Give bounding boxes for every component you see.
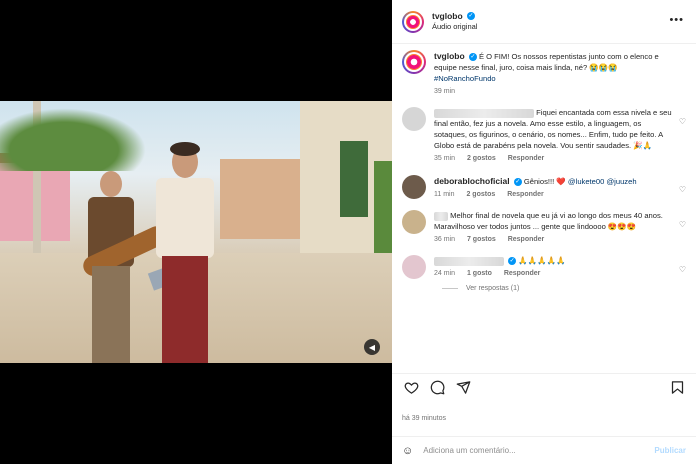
mute-toggle-button[interactable]: ◀ [364, 339, 380, 355]
comment-button[interactable] [428, 379, 446, 397]
comment-time: 24 min [434, 270, 456, 278]
verified-badge-icon: ✓ [468, 53, 477, 61]
post-header: tvglobo ✓ Áudio original ••• [392, 0, 696, 44]
speaker-icon: ◀ [368, 342, 376, 352]
post-side-panel: tvglobo ✓ Áudio original ••• tvglobo ✓ É… [392, 0, 696, 464]
caption-time: 39 min [434, 88, 456, 96]
bookmark-icon [671, 381, 683, 394]
guitarist [79, 171, 171, 363]
audio-label[interactable]: Áudio original [432, 22, 477, 32]
comments-list[interactable]: tvglobo ✓ É O FIM! Os nossos repentistas… [392, 44, 696, 372]
likes-count[interactable]: 7 gostos [467, 236, 496, 243]
comment-item: deborablochoficial ✓ Gênios!!! ❤️ @luket… [402, 174, 686, 200]
view-replies-label: Ver respostas (1) [466, 285, 520, 293]
avatar[interactable] [402, 107, 426, 132]
caption-text: É O FIM! Os nossos repentistas junto com… [434, 52, 659, 73]
like-comment-icon[interactable]: ♡ [679, 265, 686, 274]
caption-username[interactable]: tvglobo [434, 51, 465, 61]
blurred-username [434, 256, 504, 266]
singer [147, 142, 220, 363]
comment-composer: ☺ Adiciona um comentário... Publicar [392, 436, 696, 464]
comment-time: 11 min [434, 190, 455, 198]
heart-icon [404, 382, 418, 394]
comment-time: 36 min [434, 236, 456, 244]
comment-text: Melhor final de novela que eu já vi ao l… [434, 211, 663, 232]
comment-item: Fiquei encantada com essa nivela e seu f… [402, 107, 686, 164]
like-comment-icon[interactable]: ♡ [679, 117, 686, 126]
avatar[interactable] [402, 255, 426, 280]
avatar[interactable] [402, 10, 424, 33]
like-button[interactable] [402, 379, 420, 397]
emoji-icon[interactable]: ☺ [402, 445, 413, 457]
globo-logo-icon [406, 54, 422, 70]
publish-button[interactable]: Publicar [654, 446, 686, 455]
share-button[interactable] [454, 379, 472, 397]
mention-links[interactable]: @lukete00 @juuzeh [568, 177, 637, 186]
comment-item: Melhor final de novela que eu já vi ao l… [402, 210, 686, 245]
comment-time: 35 min [434, 155, 456, 163]
comment-item: ✓ 🙏🙏🙏🙏🙏 24 min 1 gosto Responder ♡ [402, 255, 686, 280]
comment-username[interactable]: deborablochoficial [434, 176, 510, 186]
avatar[interactable] [402, 210, 426, 235]
save-button[interactable] [668, 379, 686, 397]
blurred-username [434, 108, 534, 118]
verified-badge-icon: ✓ [513, 177, 522, 186]
action-bar [392, 373, 696, 401]
comment-text: 🙏🙏🙏🙏🙏 [518, 256, 566, 266]
view-replies-button[interactable]: Ver respostas (1) [442, 285, 686, 292]
video-player[interactable]: ◀ [0, 101, 392, 363]
avatar[interactable] [402, 174, 426, 199]
reply-button[interactable]: Responder [504, 270, 541, 277]
comment-input[interactable]: Adiciona um comentário... [423, 446, 516, 455]
likes-count[interactable]: 2 gostos [466, 191, 495, 198]
instagram-post-window: ◀ tvglobo ✓ Áudio original ••• tvglobo ✓… [0, 0, 696, 464]
post-time: há 39 minutos [402, 415, 446, 422]
reply-button[interactable]: Responder [507, 191, 544, 198]
globo-logo-icon [406, 14, 420, 29]
divider [442, 288, 458, 290]
likes-count[interactable]: 1 gosto [467, 270, 492, 277]
likes-count[interactable]: 2 gostos [467, 155, 496, 162]
caption: tvglobo ✓ É O FIM! Os nossos repentistas… [402, 50, 686, 97]
verified-badge-icon: ✓ [508, 257, 517, 266]
green-door [340, 141, 368, 217]
media-area: ◀ [0, 0, 392, 464]
username[interactable]: tvglobo [432, 11, 463, 21]
tree [0, 101, 160, 171]
reply-button[interactable]: Responder [508, 155, 545, 162]
more-options-icon[interactable]: ••• [669, 14, 684, 26]
comment-icon [430, 380, 444, 395]
blurred-username [434, 211, 448, 221]
like-comment-icon[interactable]: ♡ [679, 185, 686, 194]
comment-text: Gênios!!! ❤️ [523, 176, 566, 186]
hashtag-link[interactable]: #NoRanchoFundo [434, 74, 496, 83]
verified-badge-icon: ✓ [466, 12, 475, 21]
like-comment-icon[interactable]: ♡ [679, 220, 686, 229]
reply-button[interactable]: Responder [508, 236, 545, 243]
send-icon [456, 381, 470, 394]
avatar[interactable] [402, 50, 426, 74]
